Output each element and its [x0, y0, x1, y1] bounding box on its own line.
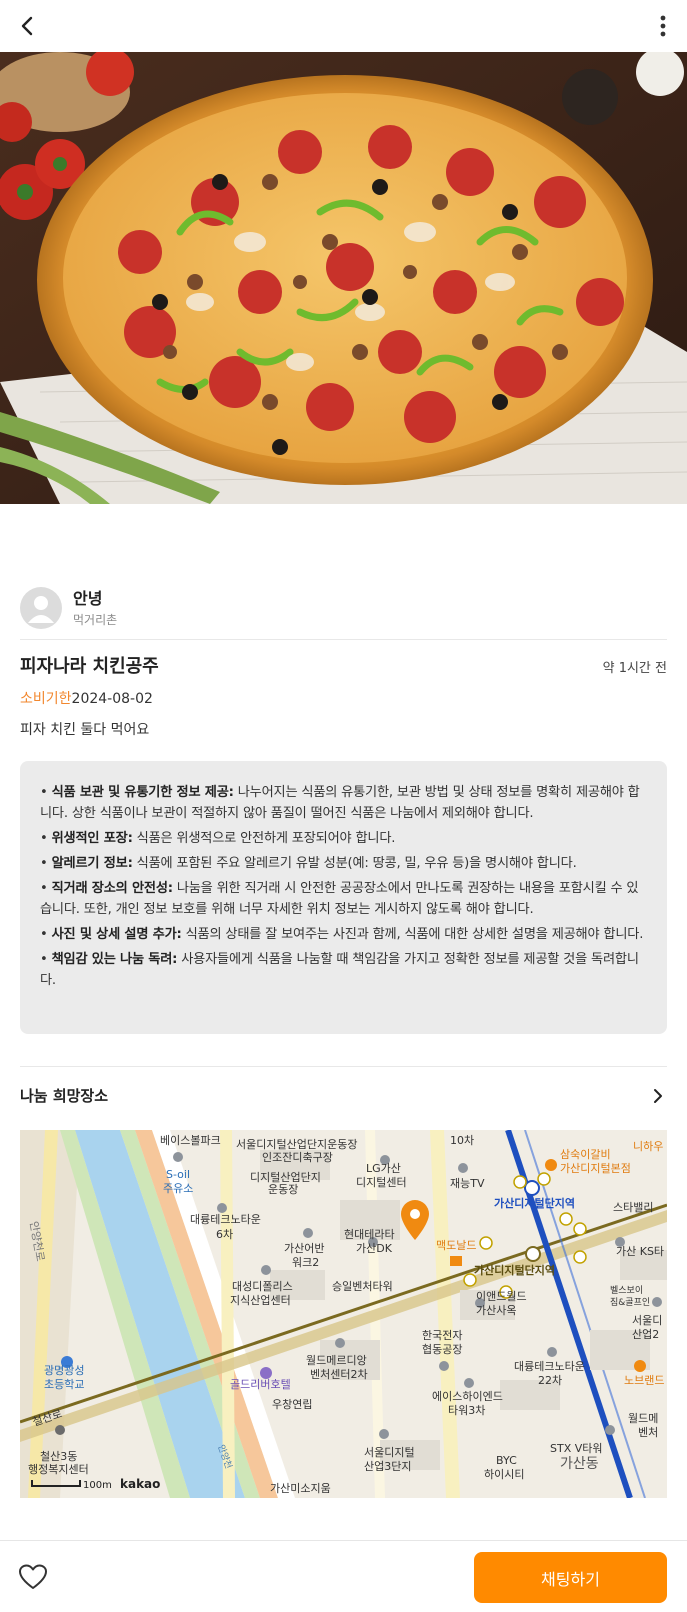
map-label: STX V타워 — [550, 1442, 603, 1455]
post-title: 피자나라 치킨공주 — [20, 656, 159, 677]
map-label: 이앤드월드 — [476, 1290, 527, 1303]
post-time: 약 1시간 전 — [602, 661, 667, 676]
map-label: 철산3동 — [40, 1450, 77, 1463]
map-label: 베이스볼파크 — [160, 1134, 221, 1147]
divider — [20, 639, 667, 640]
map-label: BYC — [496, 1454, 517, 1467]
author-info[interactable]: 안녕 먹거리촌 — [20, 586, 117, 630]
chevron-left-icon — [21, 16, 33, 36]
map-label: 짐&골프인 — [610, 1297, 650, 1308]
map-label: 스타밸리 — [613, 1201, 653, 1214]
map-label: 맥도날드 — [436, 1239, 476, 1252]
map-label: 가산디지털단지역 — [494, 1196, 575, 1210]
chat-button[interactable]: 채팅하기 — [474, 1552, 667, 1603]
map-label: 광명광성 — [44, 1364, 84, 1377]
map-label: 에이스하이엔드 — [432, 1389, 503, 1403]
map-label: 재능TV — [450, 1177, 485, 1190]
map-label: 10차 — [450, 1134, 474, 1147]
more-vertical-icon — [660, 15, 666, 37]
map-label: 벤처 — [638, 1426, 658, 1439]
expiry-date: 소비기한2024-08-02 — [20, 690, 153, 708]
map-label: 6차 — [216, 1228, 233, 1241]
guideline-item: • 책임감 있는 나눔 독려: 사용자들에게 식품을 나눔할 때 책임감을 가지… — [40, 952, 639, 988]
location-section-header[interactable]: 나눔 희망장소 — [20, 1085, 667, 1106]
user-icon — [28, 596, 54, 623]
guideline-item: • 사진 및 상세 설명 추가: 식품의 상태를 잘 보여주는 사진과 함께, … — [40, 927, 644, 942]
map-label: 대성디폴리스 — [232, 1280, 293, 1293]
guideline-item: • 위생적인 포장: 식품은 위생적으로 안전하게 포장되어야 합니다. — [40, 831, 396, 846]
map-label: 산업3단지 — [364, 1460, 411, 1473]
map-label: 워크2 — [292, 1256, 319, 1269]
top-bar — [0, 0, 687, 52]
map-label: 인조잔디축구장 — [262, 1151, 333, 1164]
expiry-label: 소비기한 — [20, 691, 72, 707]
chevron-right-icon — [654, 1088, 662, 1103]
guideline-item: • 식품 보관 및 유통기한 정보 제공: 나누어지는 식품의 유통기한, 보관… — [40, 785, 640, 821]
map-label: 22차 — [538, 1374, 562, 1387]
map-label: 가산미소지움 — [270, 1482, 331, 1495]
map-label: 협동공장 — [422, 1343, 462, 1356]
map-label: 서울디지털산업단지운동장 — [236, 1138, 357, 1151]
map-label: 서울디 — [632, 1314, 662, 1327]
pizza-photo — [0, 52, 687, 504]
map-label: 대륭테크노타운 — [514, 1360, 585, 1373]
map-label: 가산사옥 — [476, 1304, 516, 1317]
map-label: 월드메르디앙 — [306, 1354, 367, 1367]
map-view[interactable]: 베이스볼파크 서울디지털산업단지운동장 인조잔디축구장 10차 삼숙이갈비 가산… — [20, 1130, 667, 1498]
map-label: 벤처센터2차 — [310, 1368, 368, 1381]
expiry-value: 2024-08-02 — [71, 691, 153, 707]
author-name: 안녕 — [73, 588, 103, 608]
bottom-action-bar: 채팅하기 — [0, 1540, 687, 1612]
map-label: 초등학교 — [44, 1378, 84, 1391]
more-options-button[interactable] — [649, 12, 677, 40]
avatar — [20, 587, 62, 629]
map-label: 월드메 — [628, 1412, 658, 1425]
heart-icon — [19, 1564, 47, 1589]
map-label: 니하우 — [633, 1139, 663, 1153]
map-label: 가산 KS타 — [616, 1245, 664, 1258]
map-label: 하이시티 — [484, 1467, 524, 1481]
post-header: 피자나라 치킨공주 약 1시간 전 — [20, 652, 667, 678]
map-label: 삼숙이갈비 — [560, 1147, 611, 1161]
divider — [20, 1066, 667, 1067]
post-image[interactable] — [0, 52, 687, 504]
map-label: 가산DK — [356, 1242, 393, 1255]
like-button[interactable] — [18, 1563, 48, 1591]
map-label: 노브랜드 — [624, 1374, 664, 1387]
guideline-item: • 알레르기 정보: 식품에 포함된 주요 알레르기 유발 성분(예: 땅콩, … — [40, 856, 577, 871]
map-label: 산업2 — [632, 1328, 659, 1341]
map-label: 가산디지털단지역 — [474, 1263, 555, 1277]
map-label: 가산어반 — [284, 1242, 324, 1255]
map-label: 가산디지털본점 — [560, 1162, 631, 1175]
map-brand: kakao — [120, 1477, 160, 1491]
map-label: 대륭테크노타운 — [190, 1213, 261, 1226]
map-label: 주유소 — [163, 1182, 193, 1195]
guideline-item: • 직거래 장소의 안전성: 나눔을 위한 직거래 시 안전한 공공장소에서 만… — [40, 881, 639, 917]
map-label: 운동장 — [268, 1183, 298, 1196]
map-label: 승일벤처타워 — [332, 1279, 393, 1293]
map-label: 우창연립 — [272, 1398, 312, 1411]
map-label: 행정복지센터 — [28, 1463, 89, 1476]
map-label: 지식산업센터 — [230, 1294, 291, 1307]
sharing-guidelines: • 식품 보관 및 유통기한 정보 제공: 나누어지는 식품의 유통기한, 보관… — [20, 761, 667, 1034]
map-label: 골드리버호텔 — [230, 1378, 291, 1391]
back-button[interactable] — [14, 12, 42, 40]
map-label: 디지털센터 — [356, 1176, 407, 1189]
map-label: 서울디지털 — [364, 1446, 415, 1459]
post-description: 피자 치킨 둘다 먹어요 — [20, 722, 150, 738]
map-label: 가산동 — [560, 1456, 599, 1472]
map-scale: 100m — [83, 1480, 112, 1491]
map-label: 현대테라타 — [344, 1228, 395, 1241]
map-label: 타워3차 — [448, 1404, 485, 1417]
map-label: LG가산 — [366, 1162, 401, 1175]
map-label: 한국전자 — [422, 1329, 462, 1342]
map-label: S-oil — [166, 1168, 190, 1181]
location-title: 나눔 희망장소 — [20, 1087, 109, 1105]
map-label: 벨스보이 — [610, 1285, 643, 1296]
author-location: 먹거리촌 — [73, 612, 118, 627]
